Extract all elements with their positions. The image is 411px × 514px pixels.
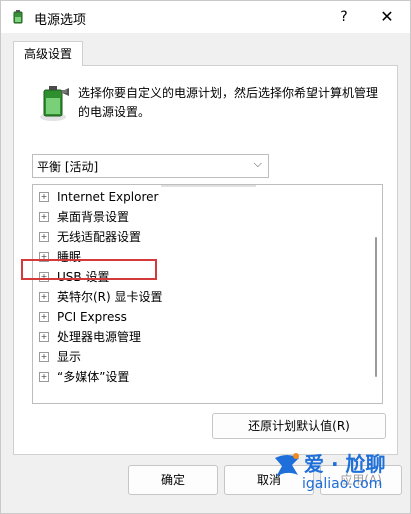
close-button[interactable]: ✕ xyxy=(373,4,401,30)
tree-item-desktop-background[interactable]: + 桌面背景设置 xyxy=(39,207,339,227)
help-button[interactable]: ? xyxy=(331,4,357,30)
power-settings-tree[interactable]: + Internet Explorer + 桌面背景设置 + 无线适配器设置 +… xyxy=(32,184,383,404)
battery-plug-icon xyxy=(13,10,23,24)
chevron-down-icon: ⌵ xyxy=(253,157,262,170)
tree-item-intel-graphics[interactable]: + 英特尔(R) 显卡设置 xyxy=(39,287,339,307)
tree-item-processor-power[interactable]: + 处理器电源管理 xyxy=(39,327,339,347)
expand-icon[interactable]: + xyxy=(39,372,49,382)
battery-icon xyxy=(40,86,69,121)
ok-button[interactable]: 确定 xyxy=(128,465,218,495)
window-title: 电源选项 xyxy=(34,13,87,28)
tree-item-label: PCI Express xyxy=(57,310,127,324)
power-plan-value: 平衡 [活动] xyxy=(37,160,99,174)
tree-item-label: 英特尔(R) 显卡设置 xyxy=(57,290,163,304)
power-plan-select[interactable]: 平衡 [活动] ⌵ xyxy=(32,154,269,178)
tree-item-multimedia[interactable]: + “多媒体”设置 xyxy=(39,367,339,387)
tree-item-label: Internet Explorer xyxy=(57,190,159,204)
tree-item-display[interactable]: + 显示 xyxy=(39,347,339,367)
vertical-scrollbar[interactable] xyxy=(375,237,377,377)
watermark-logo-icon xyxy=(275,453,299,477)
expand-icon[interactable]: + xyxy=(39,312,49,322)
instructions-text: 选择你要自定义的电源计划，然后选择你希望计算机管理的电源设置。 xyxy=(78,86,379,119)
tree-item-label: “多媒体”设置 xyxy=(57,370,130,384)
restore-defaults-button[interactable]: 还原计划默认值(R) xyxy=(212,413,386,439)
tab-advanced-settings[interactable]: 高级设置 xyxy=(13,41,83,66)
power-options-dialog: 电源选项 ? ✕ 高级设置 选择你要自定义的电源计划，然后选择你希望计算机管理的… xyxy=(0,0,411,514)
tree-item-label: 显示 xyxy=(57,350,82,364)
tree-item-label: 处理器电源管理 xyxy=(57,330,142,344)
expand-icon[interactable]: + xyxy=(39,212,49,222)
tree-item-label: 无线适配器设置 xyxy=(57,230,142,244)
expand-icon[interactable]: + xyxy=(39,332,49,342)
highlight-box xyxy=(21,259,157,280)
watermark: 爱 · 尬聊 igaliao.com xyxy=(270,446,410,510)
expand-icon[interactable]: + xyxy=(39,192,49,202)
tree-item-wireless-adapter[interactable]: + 无线适配器设置 xyxy=(39,227,339,247)
expand-icon[interactable]: + xyxy=(39,292,49,302)
tree-item-pci-express[interactable]: + PCI Express xyxy=(39,307,339,327)
expand-icon[interactable]: + xyxy=(39,232,49,242)
tree-item-internet-explorer[interactable]: + Internet Explorer xyxy=(39,187,339,207)
expand-icon[interactable]: + xyxy=(39,352,49,362)
tree-item-label: 桌面背景设置 xyxy=(57,210,130,224)
watermark-text: 爱 · 尬聊 xyxy=(304,452,386,476)
title-bar: 电源选项 ? ✕ xyxy=(1,1,410,33)
watermark-url: igaliao.com xyxy=(302,476,383,492)
